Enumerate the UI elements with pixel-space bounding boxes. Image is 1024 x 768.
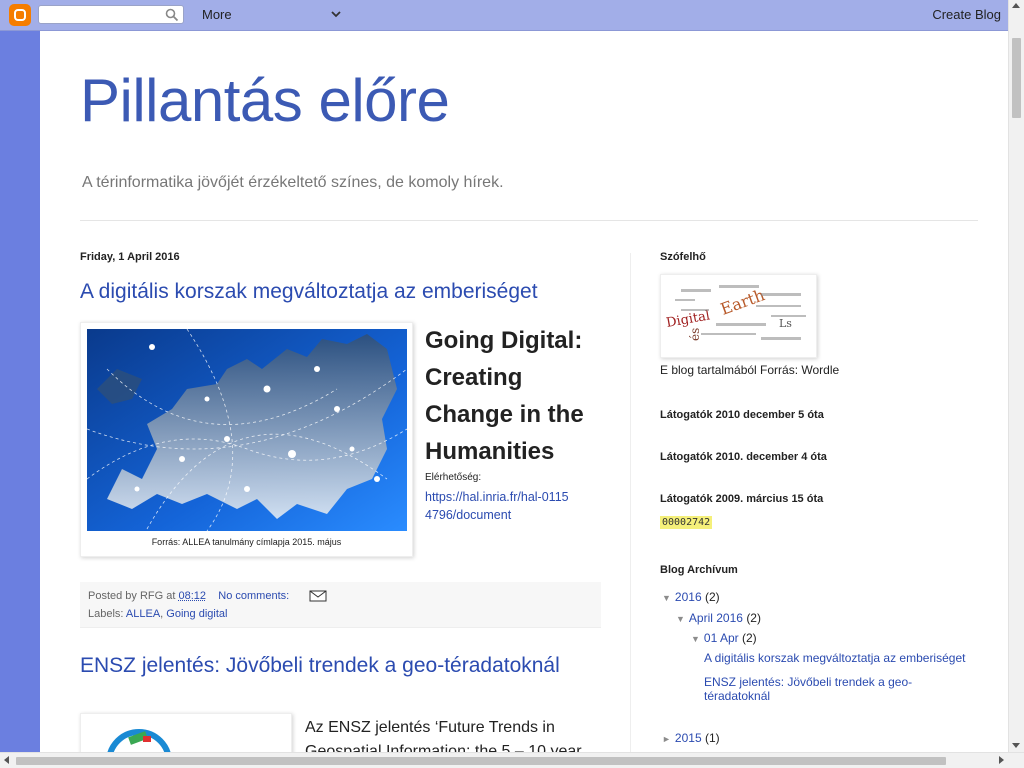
visitors-heading-2: Látogatók 2010. december 4 óta — [660, 451, 827, 463]
date-header: Friday, 1 April 2016 — [80, 251, 180, 263]
scroll-up-arrow-icon[interactable] — [1012, 3, 1020, 8]
archive-day-01apr-count: (2) — [741, 631, 757, 645]
label-link-allea[interactable]: ALLEA — [126, 608, 160, 620]
blog-content: Pillantás előre A térinformatika jövőjét… — [40, 31, 1008, 752]
post-title-2[interactable]: ENSZ jelentés: Jövőbeli trendek a geo-té… — [80, 654, 560, 678]
svg-text:és: és — [688, 328, 702, 341]
visitors-heading-3: Látogatók 2009. március 15 óta — [660, 493, 824, 505]
navbar-search-input[interactable] — [43, 7, 167, 24]
archive-year-2016: ▼ 2016 (2) — [662, 590, 720, 604]
blogger-logo-icon[interactable] — [9, 4, 31, 26]
header-divider — [80, 220, 978, 221]
archive-month-april-count: (2) — [746, 611, 761, 625]
archive-year-2015-link[interactable]: 2015 — [675, 731, 702, 745]
svg-text:Digital: Digital — [665, 308, 711, 330]
availability-label: Elérhetőség: — [425, 472, 482, 483]
wordcloud-caption: E blog tartalmából Forrás: Wordle — [660, 363, 840, 377]
toggle-collapsed-icon[interactable]: ► — [662, 734, 671, 744]
blogger-navbar: More Create Blog — [0, 0, 1008, 31]
blog-title[interactable]: Pillantás előre — [80, 66, 450, 135]
archive-day-01apr: ▼ 01 Apr (2) — [691, 631, 757, 645]
scroll-right-arrow-icon[interactable] — [999, 756, 1004, 764]
post2-snippet: Az ENSZ jelentés ‘Future Trends in Geosp… — [305, 719, 582, 752]
vertical-scroll-thumb[interactable] — [1012, 38, 1021, 118]
europe-network-image[interactable] — [87, 329, 407, 531]
archive-year-2016-count: (2) — [704, 590, 720, 604]
archive-heading: Blog Archívum — [660, 564, 738, 576]
toggle-expanded-icon[interactable]: ▼ — [691, 634, 700, 644]
create-blog-link[interactable]: Create Blog — [932, 7, 1001, 22]
post-image-figure: Forrás: ALLEA tanulmány címlapja 2015. m… — [80, 322, 413, 557]
archive-post-link-2[interactable]: ENSZ jelentés: Jövőbeli trendek a geo-té… — [704, 675, 934, 703]
posted-by-prefix: Posted by — [88, 590, 140, 602]
label-link-going-digital[interactable]: Going digital — [166, 608, 227, 620]
wordcloud-heading: Szófelhő — [660, 251, 706, 263]
svg-text:Earth: Earth — [718, 285, 767, 318]
post-heading: Going Digital: Creating Change in the Hu… — [425, 327, 584, 465]
svg-text:Ls: Ls — [779, 317, 792, 330]
toggle-expanded-icon[interactable]: ▼ — [662, 593, 671, 603]
toggle-expanded-icon[interactable]: ▼ — [676, 614, 685, 624]
archive-year-2015-count: (1) — [704, 731, 720, 745]
navbar-search-box[interactable] — [38, 5, 184, 24]
labels-prefix: Labels: — [88, 608, 126, 620]
post-footer: Posted by RFG at 08:12 No comments: Labe… — [80, 582, 601, 628]
archive-post-link-1[interactable]: A digitális korszak megváltoztatja az em… — [704, 651, 979, 665]
availability-link[interactable]: https://hal.inria.fr/hal-01154796/docume… — [425, 488, 575, 524]
visitor-counter[interactable]: 00002742 — [660, 516, 713, 529]
archive-month-april-link[interactable]: April 2016 — [689, 611, 743, 625]
archive-year-2015: ► 2015 (1) — [662, 731, 720, 745]
archive-year-2016-link[interactable]: 2016 — [675, 590, 702, 604]
wordcloud-image[interactable]: Earth Digital Ls és — [660, 274, 817, 358]
archive-month-april: ▼ April 2016 (2) — [676, 611, 761, 625]
scroll-left-arrow-icon[interactable] — [4, 756, 9, 764]
visitors-heading-1: Látogatók 2010 december 5 óta — [660, 409, 824, 421]
vertical-scrollbar[interactable] — [1008, 0, 1024, 752]
post-labels-line: Labels: ALLEA, Going digital — [88, 608, 227, 620]
scroll-down-arrow-icon[interactable] — [1012, 743, 1020, 748]
more-menu-label[interactable]: More — [202, 7, 232, 22]
comments-link[interactable]: No comments: — [218, 590, 289, 602]
post2-image[interactable] — [80, 713, 292, 752]
blog-description: A térinformatika jövőjét érzékeltető szí… — [82, 174, 504, 191]
column-divider — [630, 253, 631, 752]
post-title[interactable]: A digitális korszak megváltoztatja az em… — [80, 280, 538, 304]
post-footer-line1: Posted by RFG at 08:12 No comments: — [88, 590, 289, 602]
horizontal-scrollbar[interactable] — [0, 752, 1024, 768]
at-word: at — [163, 590, 179, 602]
chevron-down-icon[interactable] — [330, 8, 342, 20]
post-timestamp-link[interactable]: 08:12 — [179, 590, 207, 602]
archive-day-01apr-link[interactable]: 01 Apr — [704, 631, 739, 645]
search-icon[interactable] — [165, 8, 179, 22]
post-author: RFG — [139, 590, 164, 602]
image-caption: Forrás: ALLEA tanulmány címlapja 2015. m… — [151, 537, 342, 547]
horizontal-scroll-thumb[interactable] — [16, 757, 946, 765]
email-post-icon[interactable] — [309, 590, 327, 602]
